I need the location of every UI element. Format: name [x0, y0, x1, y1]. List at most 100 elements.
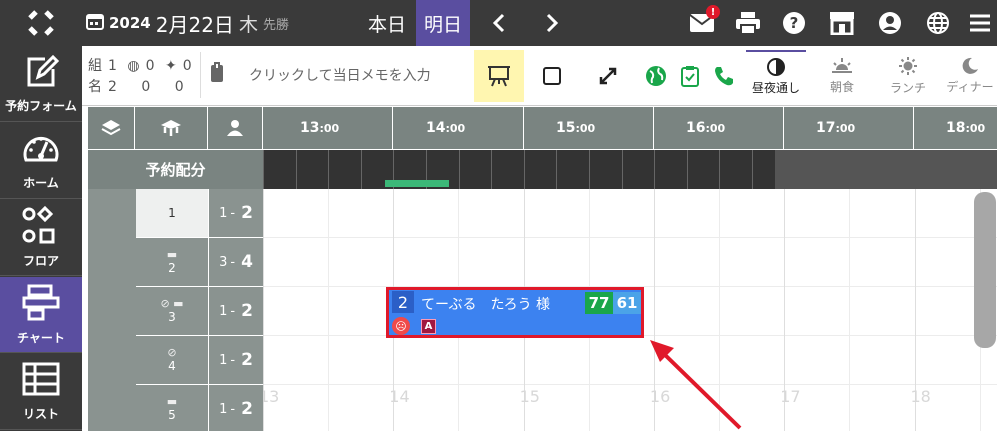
allocation-tick — [556, 150, 558, 189]
table-name-cell[interactable]: ⊘ ▬ 3 — [136, 287, 208, 336]
mail-badge: ! — [706, 5, 720, 19]
capacity-separator: - — [230, 352, 236, 368]
no-smoking-icon: ⊘ ▬ — [160, 297, 184, 310]
sidebar-item-label: リスト — [22, 407, 59, 421]
smoking-icon: ▬ — [166, 248, 178, 261]
web-reservation-globe-icon[interactable] — [642, 50, 670, 102]
reservation-badge-green: 77 — [585, 292, 613, 314]
table-name: 5 — [168, 408, 176, 422]
capacity-max: 2 — [241, 350, 253, 370]
date-selector[interactable]: 2024 2月22日 木 先勝 — [86, 0, 289, 46]
capacity-min: 1 — [219, 401, 228, 417]
time-hour: 14 — [426, 120, 446, 136]
capacity-min: 3 — [219, 254, 228, 270]
vertical-scrollbar[interactable] — [974, 192, 996, 348]
meal-filter-all-day[interactable]: 昼夜通し — [746, 50, 806, 102]
sidebar: 予約フォーム ホーム フロア チャート リスト — [0, 46, 82, 431]
app-logo-icon[interactable] — [0, 0, 82, 46]
capacity-separator: - — [230, 205, 236, 221]
toolbar: 組1 ◍ 0 ✦ 0 名2 0 0 クリックして当日メモを入力 昼夜通し 朝食 … — [82, 46, 997, 106]
table-name: 3 — [168, 310, 176, 324]
reservation-badge-blue: 61 — [613, 292, 641, 314]
sidebar-item-label: ホーム — [23, 176, 59, 190]
reservation-tag: A — [421, 319, 436, 334]
help-icon[interactable]: ? — [780, 9, 808, 37]
table-name-cell[interactable]: ▬ 2 — [136, 238, 208, 287]
mail-icon[interactable]: ! — [688, 5, 720, 37]
table-capacity-cell: 1-2 — [208, 336, 263, 385]
sidebar-item-label: 予約フォーム — [5, 99, 77, 113]
reservation-block[interactable]: 2 てーぶる たろう 様 77 61 ☹ A — [386, 287, 644, 338]
select-all-checkbox[interactable] — [532, 50, 572, 102]
meal-label: ディナー — [946, 80, 994, 94]
table-name-cell[interactable]: ▬ 5 — [136, 385, 208, 431]
globe-icon[interactable] — [924, 9, 952, 37]
allocation-tick — [686, 150, 688, 189]
memo-placeholder: クリックして当日メモを入力 — [249, 68, 431, 84]
capacity-separator: - — [230, 303, 236, 319]
reservation-guest-name: てーぶる たろう 様 — [421, 297, 551, 313]
table-capacity-cell: 1-2 — [208, 189, 263, 238]
hour-watermark: 14 — [389, 387, 410, 406]
capacity-separator: - — [230, 254, 236, 270]
allocation-tick — [719, 150, 721, 189]
phone-icon[interactable] — [710, 50, 738, 102]
table-list-icon — [21, 361, 61, 401]
meal-filter-lunch[interactable]: ランチ — [878, 50, 938, 102]
time-minutes: :00 — [445, 121, 466, 135]
sidebar-item-floor[interactable]: フロア — [0, 200, 82, 276]
expand-icon[interactable] — [588, 50, 628, 102]
allocation-tick — [360, 150, 362, 189]
guest-counts: 組1 ◍ 0 ✦ 0 名2 0 0 — [88, 56, 198, 98]
capacity-min: 1 — [219, 303, 228, 319]
person-icon[interactable] — [208, 107, 263, 149]
layers-icon[interactable] — [88, 107, 135, 149]
allocation-strip — [263, 150, 997, 189]
meal-label: ランチ — [889, 81, 926, 95]
no-smoking-icon: ⊘ — [167, 346, 177, 359]
time-hour: 17 — [816, 120, 836, 136]
menu-icon[interactable] — [966, 9, 994, 37]
groups-label: 組 — [88, 58, 102, 74]
clipboard-check-icon[interactable] — [676, 50, 704, 102]
capacity-max: 2 — [241, 301, 253, 321]
sidebar-item-reservation-form[interactable]: 予約フォーム — [0, 46, 82, 122]
meal-filter-breakfast[interactable]: 朝食 — [812, 50, 872, 102]
sidebar-item-label: フロア — [22, 254, 59, 268]
table-capacity-cell: 3-4 — [208, 238, 263, 287]
people-web: 0 — [141, 79, 151, 95]
hour-watermark: 18 — [910, 387, 931, 406]
time-minutes: :00 — [835, 121, 856, 135]
groups-web: 0 — [145, 58, 155, 74]
table-name-cell[interactable]: 1 — [136, 189, 208, 238]
smoking-icon: ▬ — [166, 395, 178, 408]
sidebar-item-home[interactable]: ホーム — [0, 123, 82, 199]
reservation-chart: 13:00 14:00 15:00 16:00 17:00 18:00 予約配分 13 14… — [88, 107, 997, 431]
column-divider — [719, 189, 721, 431]
today-button[interactable]: 本日 — [360, 0, 414, 46]
table-name-cell[interactable]: ⊘ 4 — [136, 336, 208, 385]
print-icon[interactable] — [734, 9, 762, 37]
allocation-tick — [491, 150, 493, 189]
meal-filter-dinner[interactable]: ディナー — [940, 50, 997, 102]
sidebar-item-chart[interactable]: チャート — [0, 277, 82, 353]
time-minutes: :00 — [705, 121, 726, 135]
sidebar-item-list[interactable]: リスト — [0, 354, 82, 430]
capacity-max: 4 — [241, 252, 253, 272]
daily-memo-input[interactable]: クリックして当日メモを入力 — [200, 52, 472, 98]
walk-in-icon: ✦ — [164, 58, 177, 74]
table-capacity-cell: 1-2 — [208, 385, 263, 431]
table-type-icon[interactable] — [135, 107, 208, 149]
presentation-board-button[interactable] — [474, 50, 524, 102]
account-icon[interactable] — [876, 9, 904, 37]
top-bar: 2024 2月22日 木 先勝 本日 明日 ! ? — [0, 0, 997, 46]
reservation-party-size: 2 — [392, 291, 414, 313]
allocation-tick — [295, 150, 297, 189]
calendar-icon — [86, 12, 104, 34]
store-icon[interactable] — [828, 9, 856, 37]
tomorrow-button[interactable]: 明日 — [416, 0, 470, 46]
dashboard-gauge-icon — [21, 130, 61, 170]
prev-day-chevron-left-icon[interactable] — [484, 0, 514, 46]
next-day-chevron-right-icon[interactable] — [537, 0, 567, 46]
time-label: 15:00 — [556, 107, 595, 149]
